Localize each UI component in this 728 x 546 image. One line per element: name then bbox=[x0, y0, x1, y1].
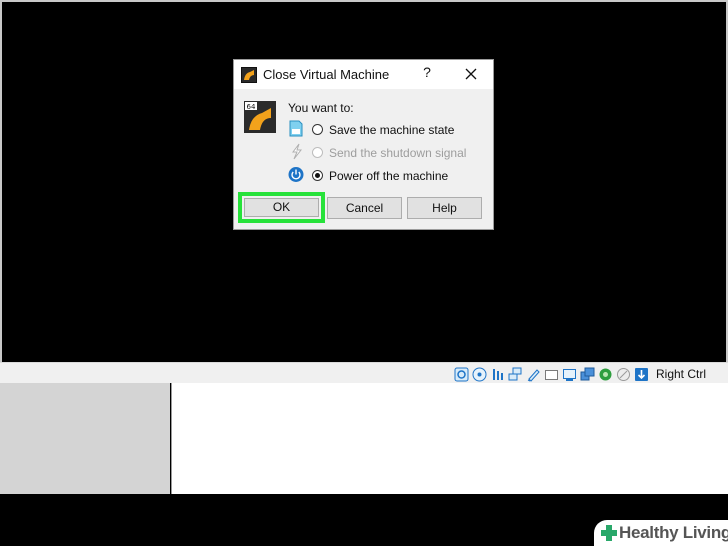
close-vm-dialog: Close Virtual Machine ? 64 You want to: … bbox=[233, 59, 494, 230]
shared-folders-icon[interactable] bbox=[544, 367, 559, 382]
watermark: Healthy Living bbox=[594, 520, 728, 546]
close-icon[interactable] bbox=[463, 66, 479, 82]
status-bar: Right Ctrl bbox=[0, 362, 728, 383]
shutdown-signal-radio[interactable] bbox=[312, 147, 323, 158]
power-off-radio[interactable] bbox=[312, 170, 323, 181]
background-panel bbox=[171, 383, 728, 494]
vm-os-icon: 64 bbox=[244, 101, 276, 133]
mouse-integration-icon[interactable] bbox=[616, 367, 631, 382]
dialog-titlebar: Close Virtual Machine ? bbox=[234, 60, 493, 89]
video-capture-icon[interactable] bbox=[580, 367, 595, 382]
status-icons: Right Ctrl bbox=[454, 365, 706, 383]
window-border bbox=[0, 0, 2, 383]
save-state-radio[interactable] bbox=[312, 124, 323, 135]
virtualbox-icon bbox=[241, 67, 257, 83]
usb-icon[interactable] bbox=[526, 367, 541, 382]
window-border bbox=[0, 0, 728, 2]
network-icon[interactable] bbox=[508, 367, 523, 382]
help-button[interactable]: Help bbox=[407, 197, 482, 219]
background-panel bbox=[0, 383, 170, 494]
dialog-title: Close Virtual Machine bbox=[263, 67, 390, 82]
host-key-icon[interactable] bbox=[634, 367, 649, 382]
power-icon bbox=[288, 167, 304, 182]
save-state-label: Save the machine state bbox=[329, 123, 455, 137]
dialog-prompt: You want to: bbox=[288, 101, 354, 115]
power-off-label: Power off the machine bbox=[329, 169, 449, 183]
cross-icon bbox=[601, 525, 617, 541]
host-key-label: Right Ctrl bbox=[655, 367, 706, 381]
ok-button[interactable]: OK bbox=[244, 198, 319, 217]
help-icon[interactable]: ? bbox=[420, 64, 434, 80]
watermark-text: Healthy Living bbox=[619, 523, 728, 542]
optical-drive-icon[interactable] bbox=[472, 367, 487, 382]
shutdown-signal-icon bbox=[292, 143, 303, 160]
hard-disk-icon[interactable] bbox=[454, 367, 469, 382]
save-state-icon bbox=[289, 120, 303, 137]
display-icon[interactable] bbox=[562, 367, 577, 382]
shutdown-signal-label: Send the shutdown signal bbox=[329, 146, 467, 160]
svg-text:64: 64 bbox=[247, 103, 256, 111]
audio-icon[interactable] bbox=[490, 367, 505, 382]
virtualization-icon[interactable] bbox=[598, 367, 613, 382]
cancel-button[interactable]: Cancel bbox=[327, 197, 402, 219]
